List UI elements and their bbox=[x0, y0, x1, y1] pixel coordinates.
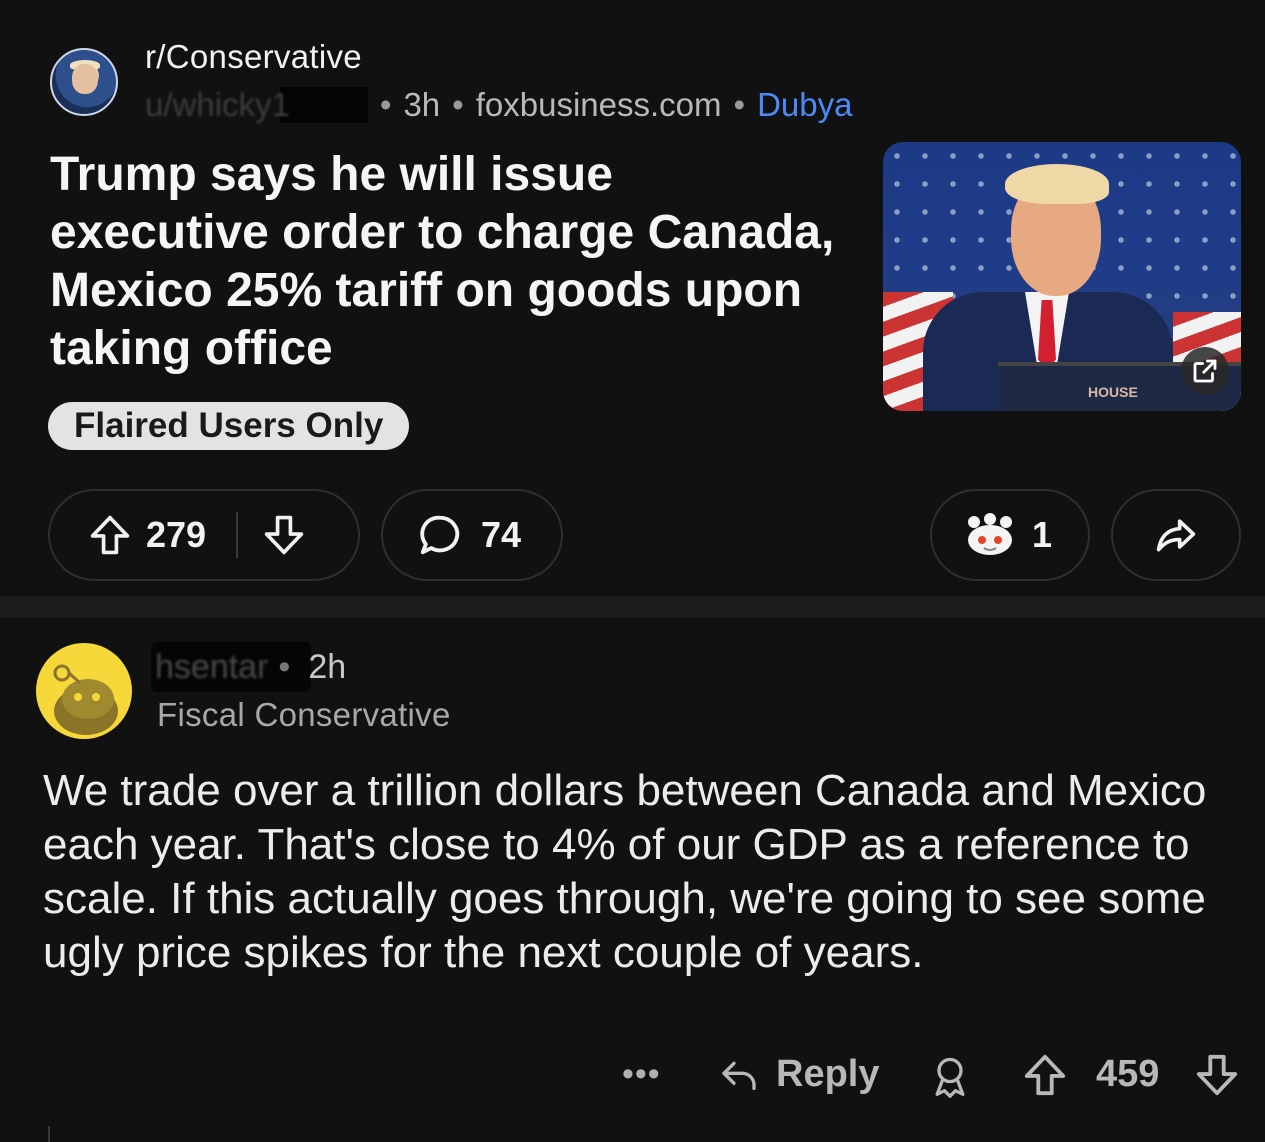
podium-label: HOUSE bbox=[1088, 384, 1138, 400]
vote-divider bbox=[236, 512, 239, 558]
reply-icon bbox=[722, 1061, 756, 1090]
post-thumbnail[interactable]: HOUSE bbox=[883, 142, 1241, 411]
downvote-icon[interactable] bbox=[1194, 1051, 1240, 1099]
author-flair: Dubya bbox=[757, 86, 853, 123]
post-domain[interactable]: foxbusiness.com bbox=[476, 86, 722, 124]
reply-button[interactable]: Reply bbox=[716, 1053, 879, 1096]
comment-author[interactable]: hsentar bbox=[155, 648, 268, 687]
comment-count: 74 bbox=[481, 514, 522, 555]
thread-line bbox=[48, 1126, 50, 1142]
meta-separator: • bbox=[452, 86, 464, 123]
comment-icon bbox=[420, 515, 460, 555]
comment-actions: ••• Reply 459 bbox=[0, 1043, 1265, 1103]
external-link-icon bbox=[1193, 359, 1217, 383]
post-score: 279 bbox=[146, 514, 207, 555]
post-meta: u/whicky1 • 3h • foxbusiness.com • Dubya bbox=[145, 86, 852, 124]
post-card: r/Conservative u/whicky1 • 3h • foxbusin… bbox=[0, 0, 1265, 596]
section-divider bbox=[0, 596, 1265, 618]
post-flair[interactable]: Flaired Users Only bbox=[48, 402, 410, 450]
meta-separator: • bbox=[278, 648, 291, 686]
user-flair: Fiscal Conservative bbox=[157, 696, 451, 733]
award-count: 1 bbox=[1032, 514, 1053, 555]
comment-card: hsentar • 2h Fiscal Conservative We trad… bbox=[0, 618, 1265, 1142]
comment-score: 459 bbox=[1096, 1053, 1160, 1095]
award-icon[interactable] bbox=[928, 1053, 972, 1099]
meta-separator: • bbox=[379, 86, 392, 123]
vote-pill: 279 bbox=[48, 489, 360, 581]
meta-separator: • bbox=[733, 86, 746, 123]
snoo-avatar-icon bbox=[53, 664, 118, 735]
post-author[interactable]: u/whicky1 bbox=[145, 86, 290, 124]
award-button[interactable]: 1 bbox=[930, 489, 1090, 581]
post-title[interactable]: Trump says he will issue executive order… bbox=[50, 146, 840, 378]
subreddit-name[interactable]: r/Conservative bbox=[145, 38, 362, 76]
share-button[interactable] bbox=[1111, 489, 1241, 581]
share-icon bbox=[1156, 519, 1196, 552]
award-icon bbox=[968, 513, 1012, 555]
upvote-icon[interactable] bbox=[88, 512, 132, 558]
downvote-icon[interactable] bbox=[262, 512, 306, 558]
upvote-icon[interactable] bbox=[1022, 1051, 1068, 1099]
subreddit-avatar[interactable] bbox=[50, 48, 118, 116]
post-time: 3h bbox=[403, 86, 441, 123]
external-link-button[interactable] bbox=[1181, 347, 1229, 395]
comment-body: We trade over a trillion dollars between… bbox=[43, 766, 1207, 977]
comments-button[interactable]: 74 bbox=[381, 489, 563, 581]
comment-avatar[interactable] bbox=[36, 643, 132, 739]
redaction-box bbox=[279, 87, 368, 123]
comment-header: hsentar • 2h bbox=[151, 642, 347, 692]
more-options-button[interactable]: ••• bbox=[622, 1055, 661, 1094]
figure-hair bbox=[1005, 164, 1109, 204]
comment-time: 2h bbox=[308, 648, 347, 686]
reply-label: Reply bbox=[776, 1053, 880, 1095]
